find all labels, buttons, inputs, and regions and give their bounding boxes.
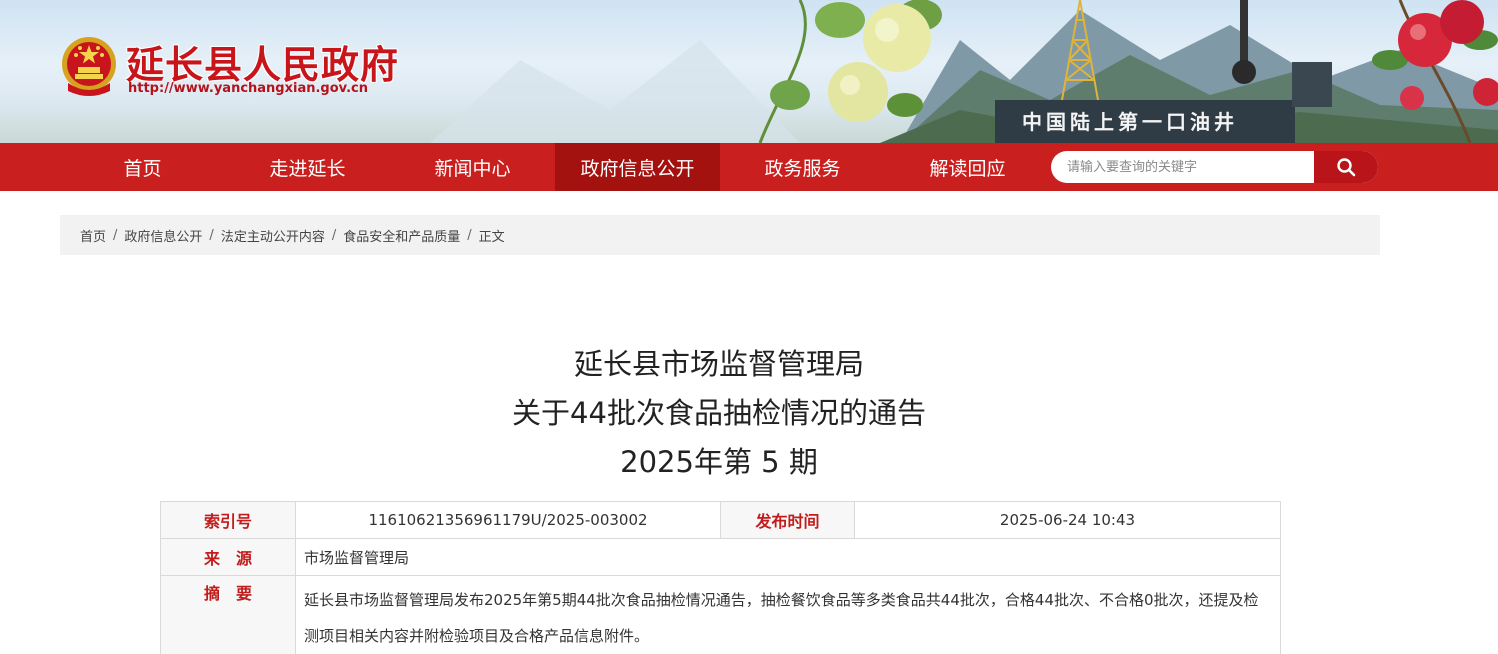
nav-item-gov-info-disclosure[interactable]: 政府信息公开: [555, 143, 720, 191]
search-input[interactable]: [1051, 151, 1314, 183]
search-button[interactable]: [1314, 151, 1378, 183]
breadcrumb-statutory-disclosure[interactable]: 法定主动公开内容: [221, 226, 325, 245]
breadcrumb-separator: /: [467, 227, 472, 243]
breadcrumb: 首页 / 政府信息公开 / 法定主动公开内容 / 食品安全和产品质量 / 正文: [60, 215, 1380, 255]
search-icon: [1337, 158, 1356, 177]
monument-inscription: 中国陆上第一口油井: [1022, 110, 1238, 134]
index-number-value: 11610621356961179U/2025-003002: [295, 501, 721, 539]
meta-row: 索引号 11610621356961179U/2025-003002 发布时间 …: [160, 501, 1281, 539]
article-title: 延长县市场监督管理局 关于44批次食品抽检情况的通告 2025年第 5 期: [0, 340, 1438, 487]
index-number-label: 索引号: [160, 501, 296, 539]
source-value: 市场监督管理局: [295, 538, 1281, 576]
summary-value: 延长县市场监督管理局发布2025年第5期44批次食品抽检情况通告，抽检餐饮食品等…: [295, 575, 1281, 654]
summary-label: 摘 要: [160, 575, 296, 654]
breadcrumb-gov-info-disclosure[interactable]: 政府信息公开: [124, 226, 202, 245]
breadcrumb-food-safety[interactable]: 食品安全和产品质量: [343, 226, 460, 245]
source-label: 来 源: [160, 538, 296, 576]
nav-item-interpretation[interactable]: 解读回应: [885, 143, 1050, 191]
article-title-line: 2025年第 5 期: [620, 445, 818, 479]
breadcrumb-separator: /: [331, 227, 337, 243]
nav-item-home[interactable]: 首页: [60, 143, 225, 191]
nav-item-news-center[interactable]: 新闻中心: [390, 143, 555, 191]
article-title-line: 关于44批次食品抽检情况的通告: [512, 396, 926, 430]
breadcrumb-current: 正文: [478, 229, 505, 245]
search-box: [1051, 151, 1378, 183]
nav-item-gov-services[interactable]: 政务服务: [720, 143, 885, 191]
publish-time-label: 发布时间: [720, 501, 855, 539]
breadcrumb-separator: /: [209, 227, 214, 243]
site-url: http://www.yanchangxian.gov.cn: [128, 81, 368, 96]
header-banner: 延长县人民政府 http://www.yanchangxian.gov.cn 中…: [0, 0, 1498, 143]
article-title-line: 延长县市场监督管理局: [573, 347, 864, 381]
national-emblem-icon: [62, 37, 116, 96]
nav-item-about-yanchang[interactable]: 走进延长: [225, 143, 390, 191]
publish-time-value: 2025-06-24 10:43: [854, 501, 1281, 539]
meta-row: 摘 要 延长县市场监督管理局发布2025年第5期44批次食品抽检情况通告，抽检餐…: [160, 575, 1281, 654]
breadcrumb-home[interactable]: 首页: [80, 226, 106, 245]
breadcrumb-separator: /: [113, 227, 118, 243]
meta-row: 来 源 市场监督管理局: [160, 538, 1281, 576]
document-meta-table: 索引号 11610621356961179U/2025-003002 发布时间 …: [160, 501, 1281, 654]
